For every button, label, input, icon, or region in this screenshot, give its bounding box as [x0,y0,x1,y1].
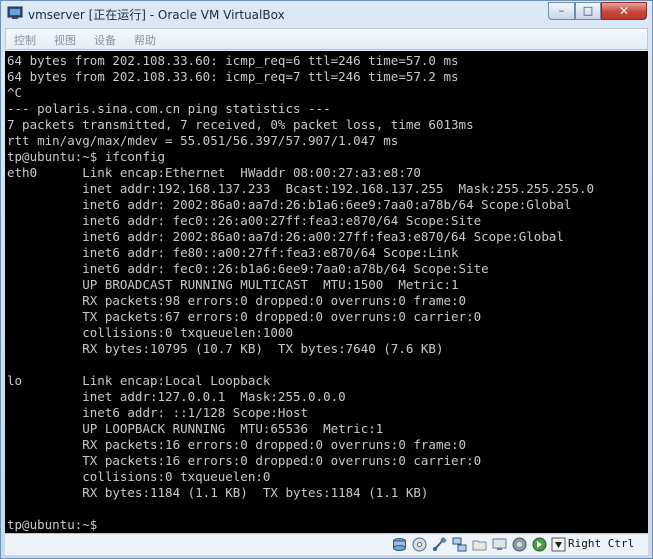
terminal-line: rtt min/avg/max/mdev = 55.051/56.397/57.… [7,133,399,148]
terminal-line: TX packets:16 errors:0 dropped:0 overrun… [7,453,482,468]
terminal-line: inet6 addr: 2002:86a0:aa7d:26:a00:27ff:f… [7,229,564,244]
network-icon[interactable] [452,537,467,552]
terminal-line: collisions:0 txqueuelen:0 [7,469,271,484]
menu-bar: 控制 视图 设备 帮助 [5,28,648,50]
terminal-line: ^C [7,85,23,100]
minimize-button[interactable]: – [548,2,575,20]
guest-console[interactable]: 64 bytes from 202.108.33.60: icmp_req=6 … [5,51,648,533]
terminal-line: UP LOOPBACK RUNNING MTU:65536 Metric:1 [7,421,384,436]
terminal-line: RX packets:16 errors:0 dropped:0 overrun… [7,437,467,452]
terminal-line: 64 bytes from 202.108.33.60: icmp_req=6 … [7,53,459,68]
host-key-arrow-icon [551,537,566,552]
usb-icon[interactable] [432,537,447,552]
terminal-line: 64 bytes from 202.108.33.60: icmp_req=7 … [7,69,459,84]
terminal-line: UP BROADCAST RUNNING MULTICAST MTU:1500 … [7,277,459,292]
terminal-line: inet addr:127.0.0.1 Mask:255.0.0.0 [7,389,346,404]
mouse-integration-icon[interactable] [532,537,547,552]
menu-devices[interactable]: 设备 [94,32,116,48]
optical-drive-icon[interactable] [412,537,427,552]
close-button[interactable]: ✕ [601,2,647,20]
terminal-line: inet6 addr: fec0::26:b1a6:6ee9:7aa0:a78b… [7,261,489,276]
terminal-line: lo Link encap:Local Loopback [7,373,271,388]
menu-view[interactable]: 视图 [54,32,76,48]
terminal-line: --- polaris.sina.com.cn ping statistics … [7,101,331,116]
terminal-line: eth0 Link encap:Ethernet HWaddr 08:00:27… [7,165,421,180]
terminal-prompt[interactable]: tp@ubuntu:~$ [7,517,105,533]
recording-icon[interactable] [512,537,527,552]
status-bar: Right Ctrl [5,533,648,555]
terminal-line: RX bytes:10795 (10.7 KB) TX bytes:7640 (… [7,341,444,356]
terminal-line: RX packets:98 errors:0 dropped:0 overrun… [7,293,467,308]
menu-control[interactable]: 控制 [14,32,36,48]
menu-help[interactable]: 帮助 [134,32,156,48]
terminal-line: inet6 addr: fe80::a00:27ff:fea3:e870/64 … [7,245,459,260]
display-icon[interactable] [492,537,507,552]
window-title: vmserver [正在运行] - Oracle VM VirtualBox [28,8,285,22]
terminal-line: inet6 addr: ::1/128 Scope:Host [7,405,309,420]
title-bar[interactable]: vmserver [正在运行] - Oracle VM VirtualBox –… [1,1,652,27]
host-key-label: Right Ctrl [568,537,635,550]
virtualbox-window: vmserver [正在运行] - Oracle VM VirtualBox –… [0,0,653,559]
terminal-line: inet addr:192.168.137.233 Bcast:192.168.… [7,181,594,196]
terminal-line: RX bytes:1184 (1.1 KB) TX bytes:1184 (1.… [7,485,429,500]
terminal-line: inet6 addr: fec0::26:a00:27ff:fea3:e870/… [7,213,482,228]
terminal-line: inet6 addr: 2002:86a0:aa7d:26:b1a6:6ee9:… [7,197,572,212]
terminal-line: collisions:0 txqueuelen:1000 [7,325,293,340]
terminal-line: tp@ubuntu:~$ ifconfig [7,149,166,164]
maximize-button[interactable]: □ [575,2,601,20]
terminal-line: TX packets:67 errors:0 dropped:0 overrun… [7,309,482,324]
terminal-line: 7 packets transmitted, 7 received, 0% pa… [7,117,474,132]
virtualbox-app-icon [7,6,23,19]
shared-folder-icon[interactable] [472,537,487,552]
hard-disk-icon[interactable] [392,537,407,552]
